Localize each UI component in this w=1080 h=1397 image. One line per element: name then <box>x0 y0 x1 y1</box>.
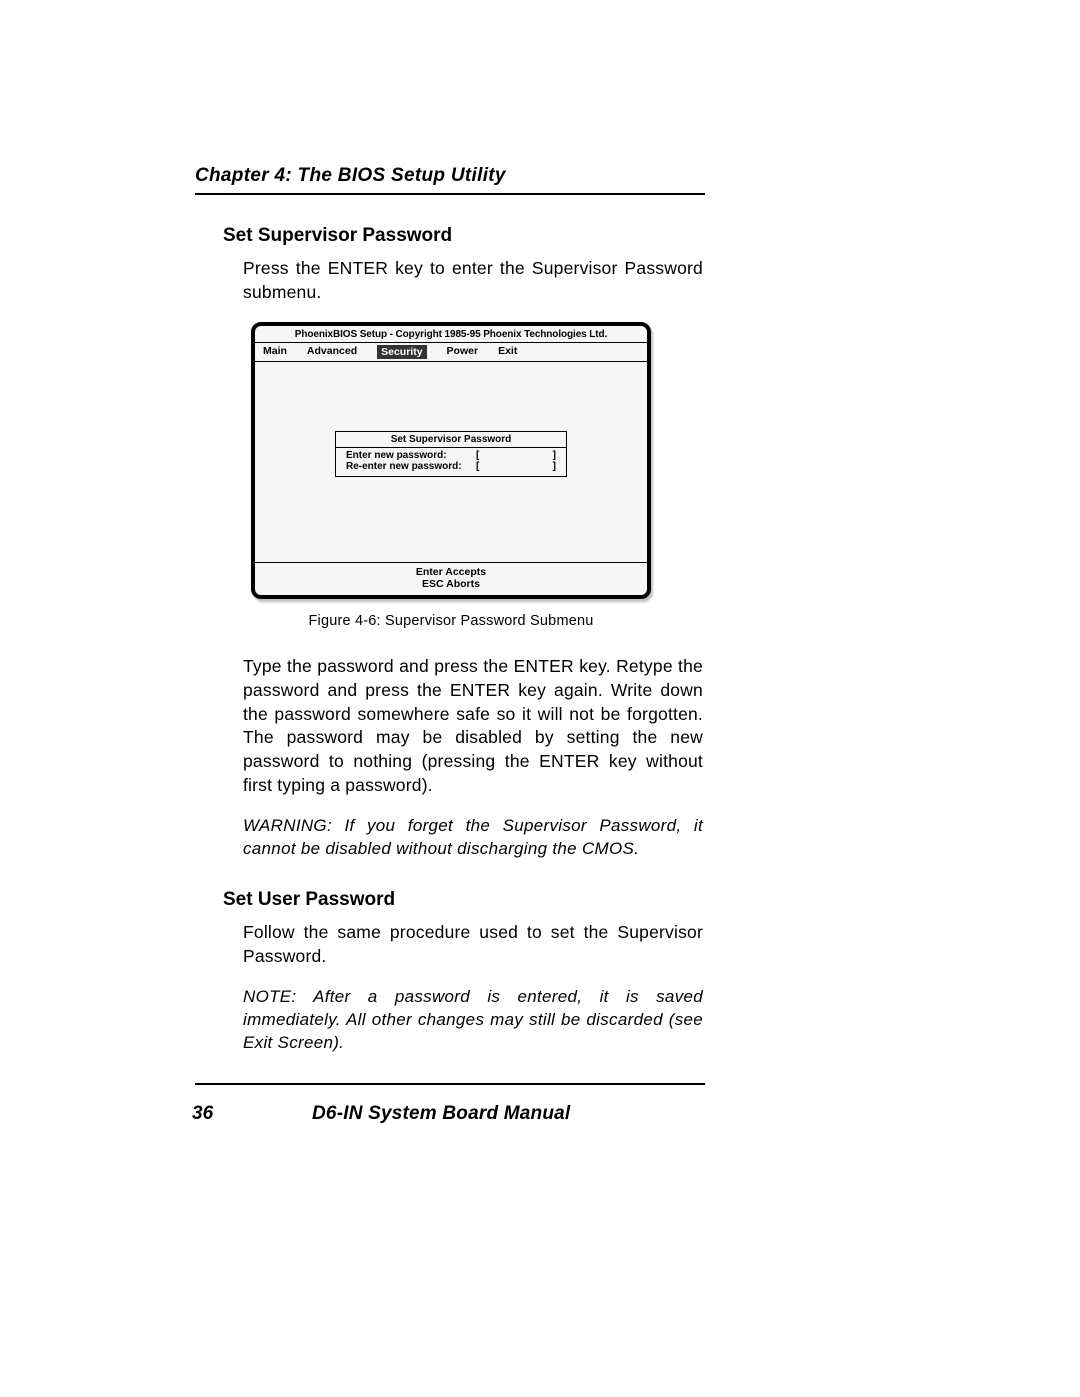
note-text-user: NOTE: After a password is entered, it is… <box>243 986 703 1055</box>
figure-caption: Figure 4-6: Supervisor Password Submenu <box>251 613 651 629</box>
document-page: Chapter 4: The BIOS Setup Utility Set Su… <box>0 0 1080 1397</box>
intro-text: Press the ENTER key to enter the Supervi… <box>243 257 703 304</box>
page-footer: 36 D6-IN System Board Manual <box>192 1103 705 1125</box>
bios-menu-bar: Main Advanced Security Power Exit <box>255 342 647 362</box>
bios-body: Set Supervisor Password Enter new passwo… <box>255 362 647 562</box>
reenter-password-label: Re-enter new password: <box>346 461 476 472</box>
divider <box>195 193 705 195</box>
content-area: Chapter 4: The BIOS Setup Utility Set Su… <box>195 165 705 1125</box>
footer-title: D6-IN System Board Manual <box>312 1103 570 1125</box>
chapter-title: Chapter 4: The BIOS Setup Utility <box>195 165 705 187</box>
bios-dialog-title: Set Supervisor Password <box>336 432 566 448</box>
page-number: 36 <box>192 1103 312 1125</box>
section-heading-user: Set User Password <box>223 889 705 911</box>
divider <box>195 1083 705 1085</box>
bios-footer-line1: Enter Accepts <box>255 566 647 578</box>
bios-footer-line2: ESC Aborts <box>255 578 647 590</box>
bios-menu-power: Power <box>447 345 479 359</box>
section-heading-supervisor: Set Supervisor Password <box>223 225 705 247</box>
bracket-close-icon: ] <box>553 450 556 461</box>
figure-wrap: PhoenixBIOS Setup - Copyright 1985-95 Ph… <box>251 322 651 629</box>
bios-menu-exit: Exit <box>498 345 517 359</box>
reenter-password-field: [ ] <box>476 461 556 472</box>
bracket-close-icon: ] <box>553 461 556 472</box>
warning-text: WARNING: If you forget the Supervisor Pa… <box>243 815 703 861</box>
enter-password-label: Enter new password: <box>346 450 476 461</box>
bracket-open-icon: [ <box>476 450 479 461</box>
bios-menu-advanced: Advanced <box>307 345 357 359</box>
body-text-user: Follow the same procedure used to set th… <box>243 921 703 968</box>
bios-row-reenter: Re-enter new password: [ ] <box>340 461 562 472</box>
bios-screenshot: PhoenixBIOS Setup - Copyright 1985-95 Ph… <box>251 322 651 599</box>
body-text-supervisor: Type the password and press the ENTER ke… <box>243 655 703 797</box>
bios-row-enter: Enter new password: [ ] <box>340 450 562 461</box>
bios-menu-security: Security <box>377 345 426 359</box>
bios-menu-main: Main <box>263 345 287 359</box>
bios-title-bar: PhoenixBIOS Setup - Copyright 1985-95 Ph… <box>255 326 647 342</box>
bracket-open-icon: [ <box>476 461 479 472</box>
bios-dialog-body: Enter new password: [ ] Re-enter new pas… <box>336 448 566 476</box>
enter-password-field: [ ] <box>476 450 556 461</box>
bios-footer: Enter Accepts ESC Aborts <box>255 562 647 595</box>
bios-password-dialog: Set Supervisor Password Enter new passwo… <box>335 431 567 477</box>
